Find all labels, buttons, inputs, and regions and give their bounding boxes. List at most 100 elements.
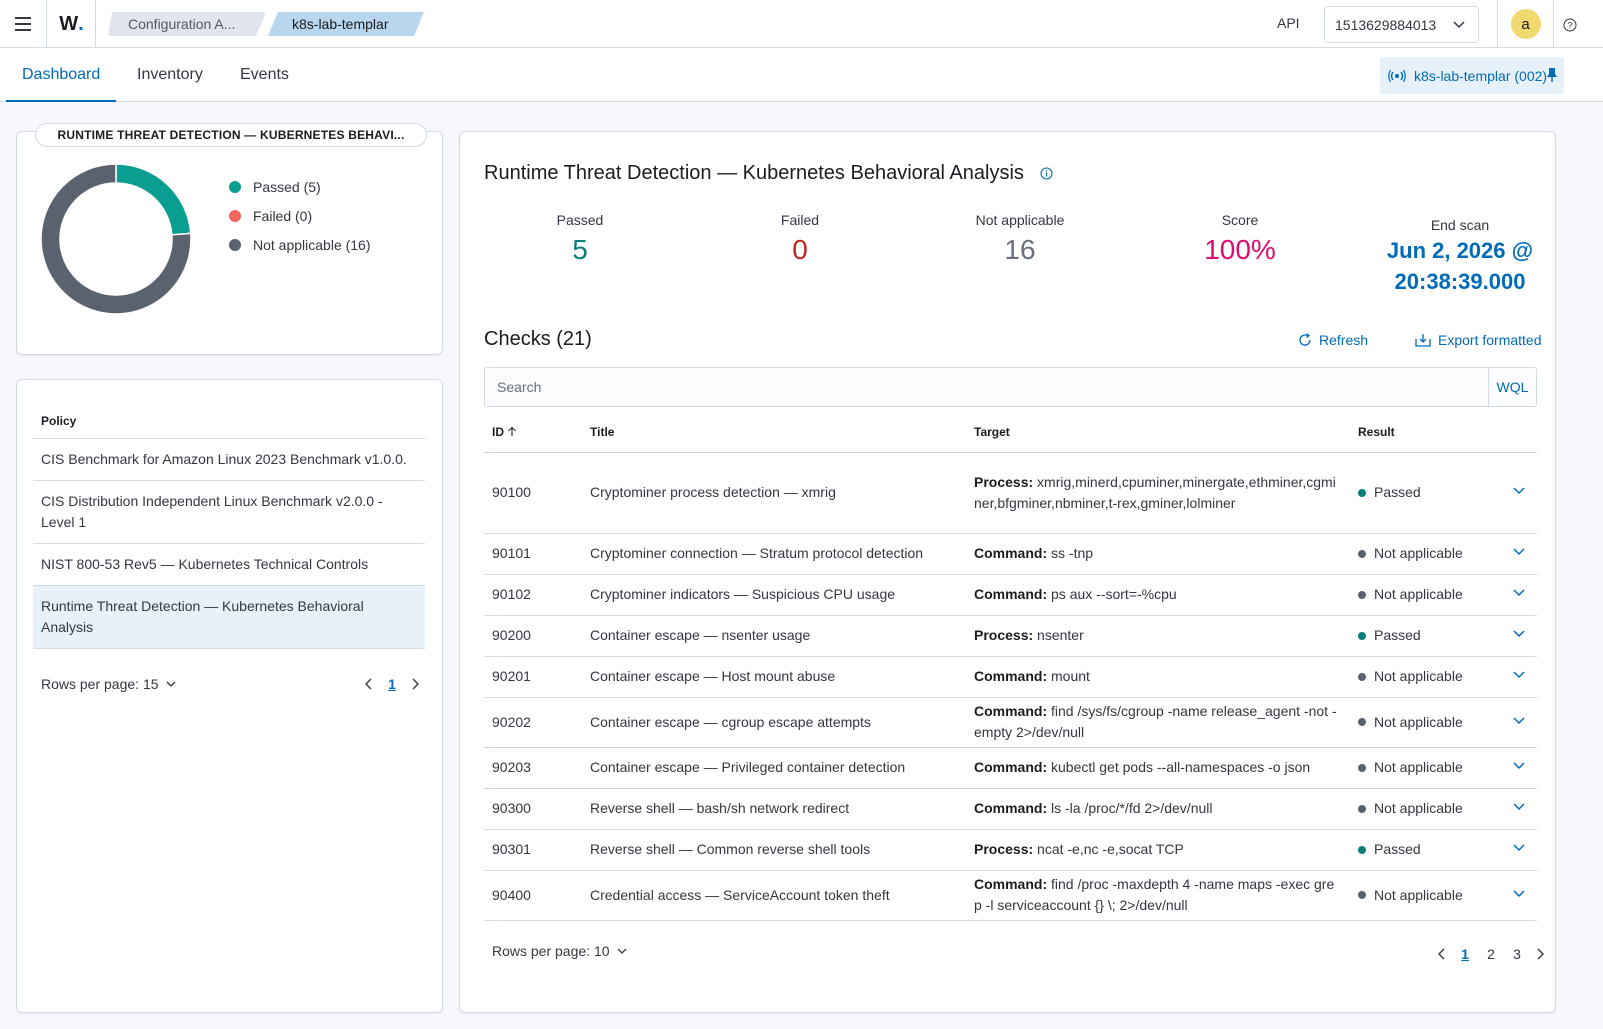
page-button[interactable]: 2 [1478, 946, 1504, 962]
chevron-right-icon[interactable] [1530, 944, 1550, 964]
end-scan-value: Jun 2, 2026 @ 20:38:39.000 [1370, 235, 1550, 297]
breadcrumb-agent[interactable]: k8s-lab-templar [268, 12, 424, 36]
export-label: Export formatted [1438, 332, 1542, 348]
svg-text:?: ? [1567, 21, 1572, 31]
expand-row-button[interactable] [1500, 656, 1537, 698]
column-header-title[interactable]: Title [582, 412, 966, 453]
legend-item-passed[interactable]: Passed (5) [229, 172, 371, 201]
menu-button[interactable] [0, 0, 47, 48]
tab-inventory[interactable]: Inventory [137, 48, 203, 102]
chevron-down-icon [1512, 762, 1525, 770]
stat-label: End scan [1430, 217, 1490, 233]
table-row[interactable]: 90202 Container escape — cgroup escape at… [484, 697, 1537, 748]
legend-item-failed[interactable]: Failed (0) [229, 201, 371, 230]
agent-pill[interactable]: k8s-lab-templar (002) [1380, 57, 1564, 94]
check-result: Passed [1350, 615, 1500, 657]
stat-score: Score 100% [1150, 212, 1330, 266]
column-header-target[interactable]: Target [966, 412, 1350, 453]
policy-pager: 1 [359, 674, 425, 694]
chevron-left-icon[interactable] [1432, 944, 1452, 964]
target-type: Command: [974, 586, 1048, 602]
instance-select[interactable]: 1513629884013 [1324, 6, 1479, 43]
column-header-label: Result [1358, 424, 1395, 439]
wql-button[interactable]: WQL [1488, 368, 1536, 406]
table-row[interactable]: 90100 Cryptominer process detection — xmr… [484, 452, 1537, 534]
pin-icon[interactable] [1546, 67, 1558, 83]
expand-row-button[interactable] [1500, 788, 1537, 830]
table-row[interactable]: 90101 Cryptominer connection — Stratum pr… [484, 533, 1537, 575]
check-result: Not applicable [1350, 533, 1500, 575]
result-label: Passed [1374, 841, 1421, 857]
column-header-label: Title [590, 424, 615, 439]
app-logo[interactable]: W. [48, 0, 96, 48]
tab-events[interactable]: Events [240, 48, 289, 102]
table-row[interactable]: 90201 Container escape — Host mount abuse… [484, 656, 1537, 698]
policy-item[interactable]: CIS Benchmark for Amazon Linux 2023 Benc… [33, 439, 425, 481]
target-type: Command: [974, 703, 1048, 719]
expand-row-button[interactable] [1500, 870, 1537, 921]
rows-per-page-select[interactable]: Rows per page: 10 [492, 943, 628, 959]
column-header-label: ID [492, 424, 504, 439]
expand-row-button[interactable] [1500, 829, 1537, 871]
result-label: Not applicable [1374, 759, 1463, 775]
page-button[interactable]: 1 [379, 676, 405, 692]
policy-item[interactable]: NIST 800-53 Rev5 — Kubernetes Technical … [33, 544, 425, 586]
table-row[interactable]: 90301 Reverse shell — Common reverse shel… [484, 829, 1537, 871]
policy-item-selected[interactable]: Runtime Threat Detection — Kubernetes Be… [33, 586, 425, 649]
check-target: Command: ls -la /proc/*/fd 2>/dev/null [966, 788, 1350, 830]
page-button[interactable]: 3 [1504, 946, 1530, 962]
table-row[interactable]: 90400 Credential access — ServiceAccount … [484, 870, 1537, 921]
check-id: 90203 [484, 747, 582, 789]
page-button[interactable]: 1 [1452, 946, 1478, 962]
policy-column-header[interactable]: Policy [41, 414, 76, 428]
expand-row-button[interactable] [1500, 574, 1537, 616]
expand-row-button[interactable] [1500, 533, 1537, 575]
table-row[interactable]: 90102 Cryptominer indicators — Suspicious… [484, 574, 1537, 616]
check-target: Command: ps aux --sort=-%cpu [966, 574, 1350, 616]
table-row[interactable]: 90200 Container escape — nsenter usage Pro… [484, 615, 1537, 657]
user-menu[interactable]: a [1497, 0, 1554, 48]
chevron-left-icon[interactable] [359, 674, 379, 694]
column-header-id[interactable]: ID [484, 412, 582, 453]
tab-label: Inventory [137, 66, 203, 83]
stat-failed: Failed 0 [710, 212, 890, 266]
check-result: Passed [1350, 829, 1500, 871]
result-label: Passed [1374, 627, 1421, 643]
column-header-result[interactable]: Result [1350, 412, 1500, 453]
expand-row-button[interactable] [1500, 615, 1537, 657]
chevron-right-icon[interactable] [405, 674, 425, 694]
rows-per-page-select[interactable]: Rows per page: 15 [41, 676, 177, 692]
check-result: Not applicable [1350, 574, 1500, 616]
donut-slice-passed[interactable] [115, 164, 191, 236]
info-icon[interactable] [1040, 167, 1053, 180]
help-button[interactable]: ? [1560, 15, 1580, 35]
export-button[interactable]: Export formatted [1415, 332, 1542, 348]
breadcrumb-configuration[interactable]: Configuration A... [108, 12, 266, 36]
check-id: 90301 [484, 829, 582, 871]
result-label: Not applicable [1374, 545, 1463, 561]
stat-passed: Passed 5 [490, 212, 670, 266]
check-result: Not applicable [1350, 697, 1500, 748]
search-input[interactable] [485, 368, 1485, 406]
tab-dashboard[interactable]: Dashboard [5, 48, 117, 102]
check-result: Not applicable [1350, 656, 1500, 698]
expand-row-button[interactable] [1500, 452, 1537, 534]
chevron-down-icon [1512, 589, 1525, 597]
legend-dot-failed [229, 209, 241, 222]
expand-row-button[interactable] [1500, 747, 1537, 789]
result-dot [1358, 488, 1366, 497]
tab-label: Events [240, 66, 289, 83]
policy-item[interactable]: CIS Distribution Independent Linux Bench… [33, 481, 425, 544]
table-row[interactable]: 90203 Container escape — Privileged conta… [484, 747, 1537, 789]
stat-label: Not applicable [975, 212, 1065, 228]
top-bar: W. Configuration A... k8s-lab-templar AP… [0, 0, 1603, 48]
refresh-button[interactable]: Refresh [1298, 332, 1368, 348]
legend-item-not-applicable[interactable]: Not applicable (16) [229, 230, 371, 259]
policy-title: Runtime Threat Detection — Kubernetes Be… [484, 162, 1053, 185]
api-link[interactable]: API [1277, 15, 1300, 31]
expand-row-button[interactable] [1500, 697, 1537, 748]
legend-dot-not-applicable [229, 238, 241, 251]
result-dot [1358, 672, 1366, 681]
table-row[interactable]: 90300 Reverse shell — bash/sh network red… [484, 788, 1537, 830]
check-title: Credential access — ServiceAccount token… [582, 870, 966, 921]
